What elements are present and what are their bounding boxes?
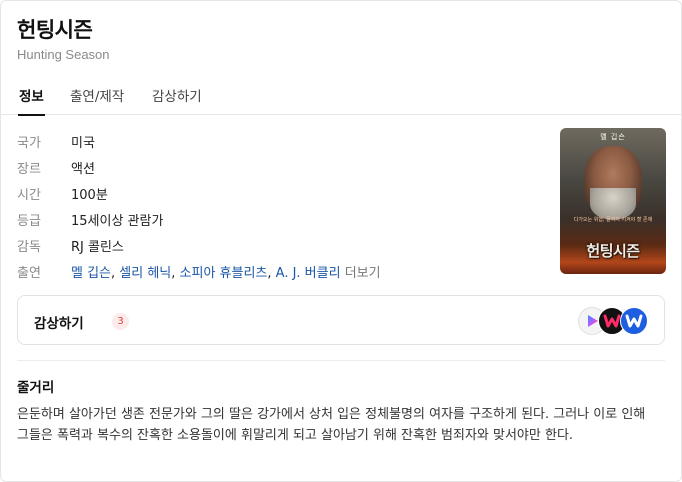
info-row-country: 국가 미국 [17,129,537,155]
w-logo-icon [625,314,643,328]
info-label: 출연 [17,266,41,281]
watch-options-box[interactable]: 감상하기 3 [17,295,665,345]
info-label: 시간 [17,188,41,203]
cast-list: 멜 깁슨, 셀리 헤닉, 소피아 휴블리츠, A. J. 버클리 더보기 [71,262,381,281]
movie-poster[interactable]: 멜 깁슨 다가오는 위협, 끝까지 지켜야 할 존재 헌팅시즌 [560,128,666,274]
cast-link-4[interactable]: A. J. 버클리 [276,266,341,281]
info-row-cast: 출연 멜 깁슨, 셀리 헤닉, 소피아 휴블리츠, A. J. 버클리 더보기 [17,259,537,285]
cast-separator: , [267,266,276,281]
info-value-runtime: 100분 [71,188,108,203]
movie-original-title: Hunting Season [17,47,110,62]
cast-more-link[interactable]: 더보기 [345,266,381,281]
cast-link-3[interactable]: 소피아 휴블리츠 [180,266,268,281]
info-label: 장르 [17,162,41,177]
tab-info[interactable]: 정보 [18,85,45,116]
info-row-rating: 등급 15세이상 관람가 [17,207,537,233]
info-label: 등급 [17,214,41,229]
plot-text: 은둔하며 살아가던 생존 전문가와 그의 딸은 강가에서 상처 입은 정체불명의… [17,407,646,443]
info-row-runtime: 시간 100분 [17,181,537,207]
info-label: 국가 [17,136,41,151]
info-label: 감독 [17,240,41,255]
tab-watch[interactable]: 감상하기 [152,85,202,115]
info-value-country: 미국 [71,136,95,151]
wavve-service-icon[interactable] [620,307,648,335]
watch-count-badge: 3 [112,313,129,330]
movie-info-card: 헌팅시즌 Hunting Season 정보 출연/제작 감상하기 국가 미국 … [0,0,682,482]
poster-title: 헌팅시즌 [586,242,640,260]
tab-cast-crew[interactable]: 출연/제작 [70,85,124,115]
movie-title: 헌팅시즌 [17,18,93,42]
cast-separator: , [171,266,180,281]
tab-bar: 정보 출연/제작 감상하기 [1,75,681,116]
info-list: 국가 미국 장르 액션 시간 100분 등급 15세이상 관람가 감독 RJ 콜… [17,129,537,285]
watch-label: 감상하기 [34,316,84,332]
info-row-genre: 장르 액션 [17,155,537,181]
poster-tagline: 다가오는 위협, 끝까지 지켜야 할 존재 [573,217,653,223]
info-row-director: 감독 RJ 콜린스 [17,233,537,259]
info-value-rating: 15세이상 관람가 [71,214,164,229]
director-link[interactable]: RJ 콜린스 [71,236,124,255]
cast-link-2[interactable]: 셀리 헤닉 [119,266,171,281]
cast-link-1[interactable]: 멜 깁슨 [71,266,111,281]
plot-heading: 줄거리 [17,380,55,396]
section-divider [17,360,665,361]
poster-actor-name: 멜 깁슨 [600,133,626,141]
info-value-genre: 액션 [71,162,95,177]
